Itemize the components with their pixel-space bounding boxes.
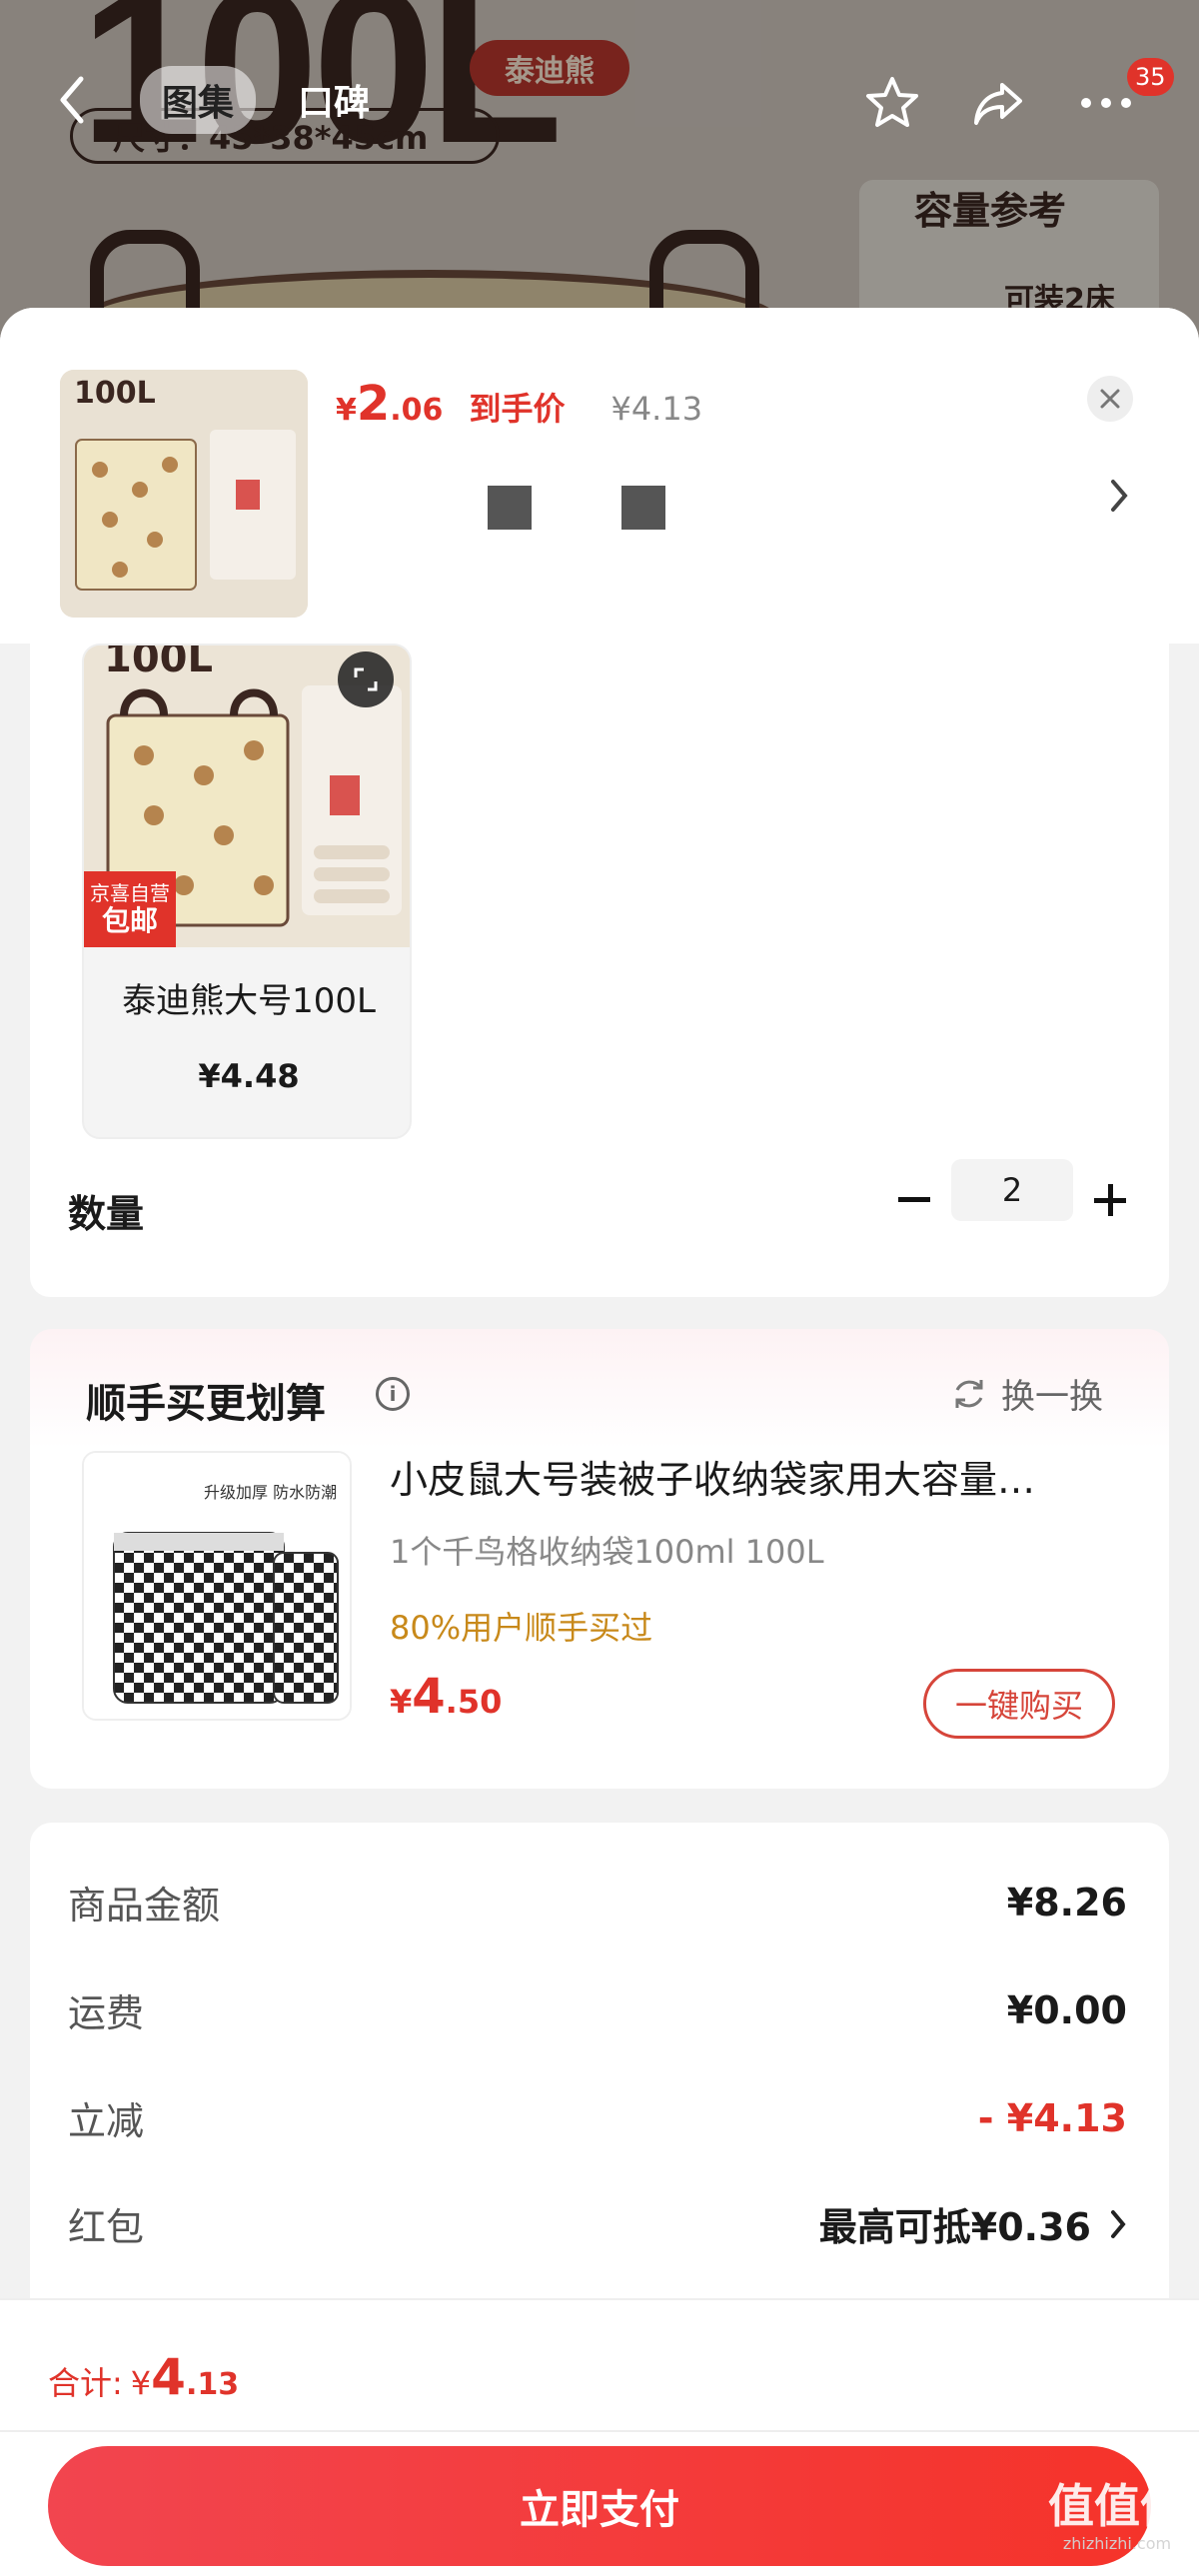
- upsell-price-decimal: .50: [445, 1683, 503, 1721]
- upsell-title: 顺手买更划算: [86, 1381, 326, 1427]
- total-amount: 合计: ¥ 4 .13: [48, 2348, 239, 2406]
- price-integer: 2: [356, 376, 391, 432]
- dim-overlay: [0, 0, 1199, 340]
- back-icon[interactable]: [52, 70, 92, 130]
- upsell-price: ¥ 4 .50: [390, 1669, 502, 1725]
- upsell-product-name[interactable]: 小皮鼠大号装被子收纳袋家用大容量…: [390, 1449, 1129, 1504]
- info-icon[interactable]: i: [376, 1377, 410, 1411]
- swap-button[interactable]: 换一换: [949, 1369, 1103, 1418]
- quantity-increase-button[interactable]: [1083, 1173, 1137, 1227]
- spec-selection-area: 100L 京喜自营 包邮 泰迪熊大号100L ¥4.48 数量 2: [30, 644, 1169, 1297]
- favorite-star-icon[interactable]: [859, 70, 925, 136]
- upsell-product-spec: 1个千鸟格收纳袋100ml 100L: [390, 1533, 824, 1571]
- total-label: 合计:: [48, 2364, 123, 2402]
- share-icon[interactable]: [965, 70, 1031, 136]
- tab-gallery[interactable]: 图集: [140, 66, 257, 134]
- order-summary: 商品金额 ¥8.26 运费 ¥0.00 立减 - ¥4.13 红包 最高可抵¥0…: [30, 1823, 1169, 2342]
- upsell-section: 顺手买更划算 i 换一换 升级加厚 防水防潮 小皮鼠大号装被子收纳袋家用大容量……: [30, 1329, 1169, 1789]
- summary-row-shipping: 运费 ¥0.00: [68, 1987, 1127, 2036]
- upsell-thumb-caption: 升级加厚 防水防潮: [204, 1483, 338, 1502]
- total-decimal: .13: [185, 2367, 240, 2402]
- chevron-right-icon: [1111, 2209, 1126, 2238]
- spec-placeholder-icon: [621, 486, 665, 530]
- pay-now-button[interactable]: 立即支付: [48, 2446, 1151, 2566]
- purchase-sheet: 100L ¥ 2 .06 到手价 ¥4.13 100L 京喜自营 包邮 泰迪熊大…: [0, 308, 1199, 2576]
- site-watermark: 值值值 zhizhizhi.com: [1048, 2479, 1186, 2553]
- close-icon[interactable]: [1087, 376, 1133, 422]
- sheet-header: 100L ¥ 2 .06 到手价 ¥4.13: [0, 308, 1199, 644]
- chevron-right-icon[interactable]: [1109, 478, 1129, 524]
- total-currency: ¥: [130, 2364, 152, 2402]
- spec-option-price: ¥4.48: [198, 1057, 300, 1095]
- thumb-capacity-text: 100L: [74, 376, 156, 411]
- selected-product-thumbnail[interactable]: 100L: [60, 370, 308, 618]
- final-price-label: 到手价: [469, 390, 566, 428]
- total-integer: 4: [151, 2348, 186, 2406]
- spec-placeholder-icon: [488, 486, 532, 530]
- refresh-icon: [955, 1379, 983, 1408]
- summary-row-discount: 立减 - ¥4.13: [68, 2095, 1127, 2144]
- upsell-product-thumbnail[interactable]: 升级加厚 防水防潮: [82, 1451, 352, 1721]
- swap-label: 换一换: [1001, 1377, 1103, 1417]
- summary-row-subtotal: 商品金额 ¥8.26: [68, 1880, 1127, 1929]
- tab-reviews[interactable]: 口碑: [276, 66, 392, 134]
- footer-divider: [0, 2430, 1199, 2432]
- quantity-value[interactable]: 2: [951, 1159, 1073, 1221]
- expand-icon[interactable]: [338, 651, 394, 707]
- spec-option-name: 泰迪熊大号100L: [122, 981, 376, 1021]
- quantity-decrease-button[interactable]: [887, 1173, 941, 1227]
- jd-self-operated-tag: 京喜自营 包邮: [84, 871, 176, 947]
- checkout-footer: 合计: ¥ 4 .13 立即支付: [0, 2298, 1199, 2576]
- upsell-price-integer: 4: [412, 1669, 446, 1725]
- price-decimal: .06: [390, 393, 444, 428]
- spec-option-card[interactable]: 100L 京喜自营 包邮 泰迪熊大号100L ¥4.48: [82, 644, 412, 1139]
- product-hero-background: 100L 泰迪熊 尺寸：45*38*45cm 容量参考 可装2床: [0, 0, 1199, 340]
- one-click-buy-button[interactable]: 一键购买: [923, 1669, 1115, 1739]
- original-price: ¥4.13: [610, 390, 703, 428]
- price-row: ¥ 2 .06 到手价 ¥4.13: [336, 376, 702, 432]
- spec-image-capacity-text: 100L: [104, 645, 213, 681]
- quantity-label: 数量: [68, 1192, 145, 1236]
- upsell-social-proof: 80%用户顺手买过: [390, 1609, 653, 1647]
- nav-tabs: 图集 口碑: [140, 66, 392, 134]
- summary-row-red-packet[interactable]: 红包 最高可抵¥0.36: [68, 2196, 1127, 2251]
- message-count-badge: 35: [1127, 58, 1174, 96]
- price-currency: ¥: [336, 393, 357, 428]
- upsell-price-currency: ¥: [390, 1683, 413, 1721]
